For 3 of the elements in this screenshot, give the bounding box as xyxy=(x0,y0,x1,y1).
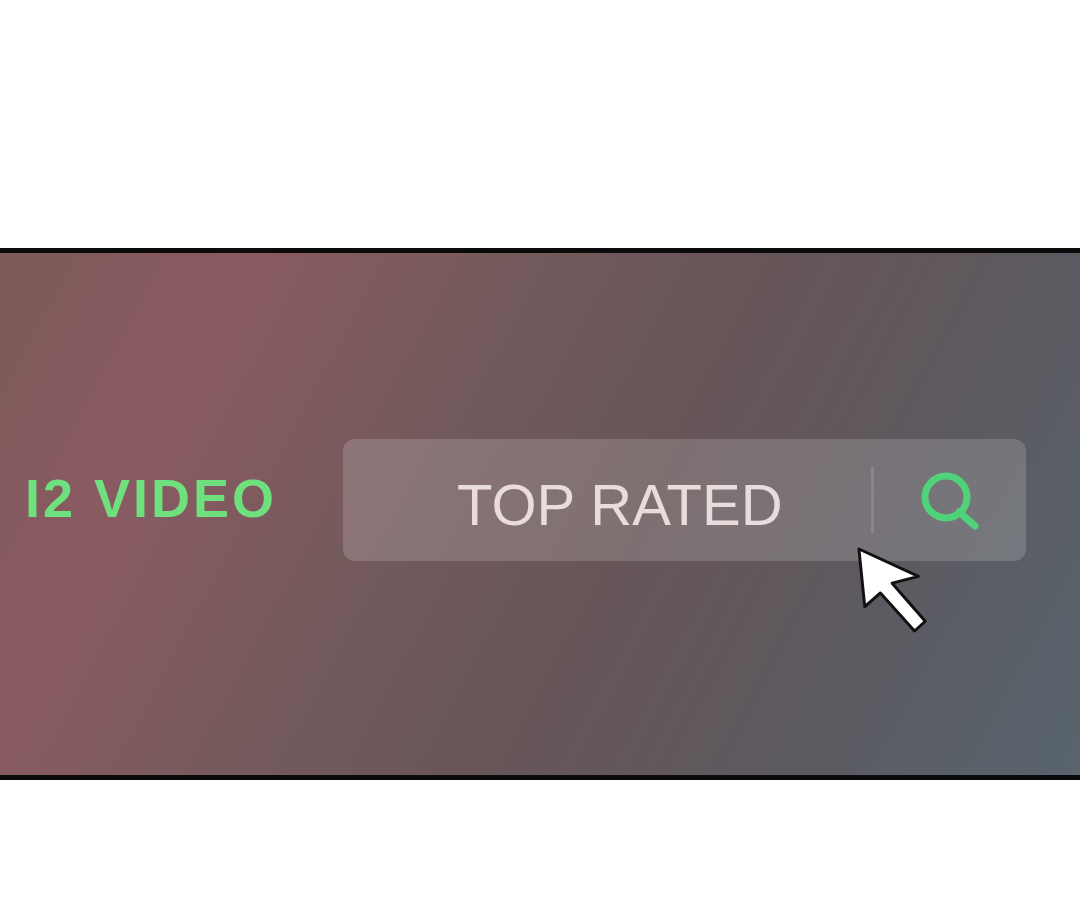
search-field[interactable]: TOP RATED xyxy=(343,439,872,561)
search-icon xyxy=(919,470,982,530)
site-logo: I2 VIDEO xyxy=(25,467,278,529)
